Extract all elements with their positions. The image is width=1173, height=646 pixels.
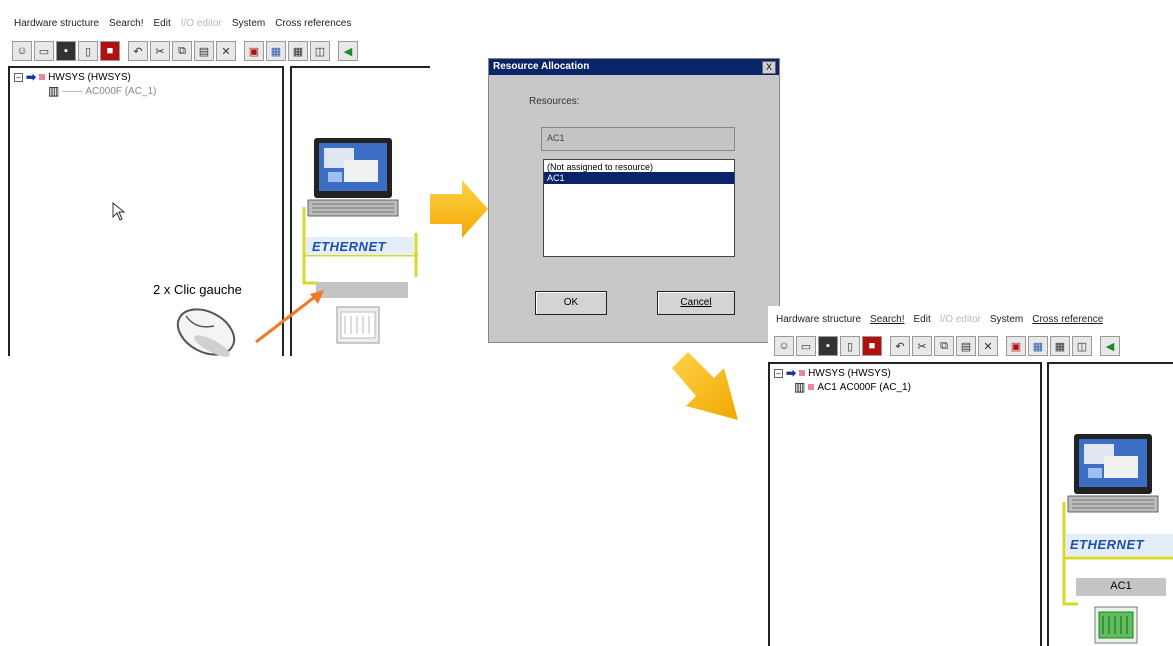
annotation-label: 2 x Clic gauche — [153, 282, 242, 297]
list-item[interactable]: (Not assigned to resource) — [544, 160, 734, 172]
tree-connector: —— — [62, 85, 83, 97]
save-icon[interactable]: ▪ — [818, 336, 838, 356]
copy-icon[interactable]: ⧉ — [934, 336, 954, 356]
menu-io-editor[interactable]: I/O editor — [181, 18, 222, 29]
tree-child[interactable]: ▥ —— AC000F (AC_1) — [48, 84, 156, 98]
menu-io-editor[interactable]: I/O editor — [940, 314, 981, 325]
mouse-icon — [176, 308, 236, 357]
tree-child-label: AC000F (AC_1) — [839, 381, 911, 393]
delete-icon[interactable]: ✕ — [978, 336, 998, 356]
menu-cross-references[interactable]: Cross references — [275, 18, 351, 29]
menu-search[interactable]: Search! — [870, 314, 904, 325]
card-icon[interactable]: ▭ — [34, 41, 54, 61]
paste-icon[interactable]: ▤ — [194, 41, 214, 61]
card-icon[interactable]: ▭ — [796, 336, 816, 356]
tree-root[interactable]: – ➡ HWSYS (HWSYS) — [774, 366, 891, 380]
resource-field[interactable]: AC1 — [541, 127, 735, 151]
tree-child-label: AC000F (AC_1) — [85, 85, 157, 97]
tree-root-label: HWSYS (HWSYS) — [808, 367, 891, 379]
menu-edit[interactable]: Edit — [914, 314, 931, 325]
system-icon — [799, 370, 806, 376]
resource-field-value: AC1 — [547, 133, 565, 143]
collapse-icon[interactable]: – — [774, 368, 783, 378]
tree-root[interactable]: – ➡ HWSYS (HWSYS) — [14, 70, 131, 84]
hardware-config-icon[interactable]: ▣ — [1006, 336, 1026, 356]
person-icon[interactable]: ☺ — [12, 41, 32, 61]
back-arrow-icon[interactable]: ◀ — [1100, 336, 1120, 356]
back-arrow-icon[interactable]: ◀ — [338, 41, 358, 61]
menu-cross-reference[interactable]: Cross reference — [1032, 314, 1103, 325]
resource-slot[interactable]: AC1 — [1076, 578, 1166, 596]
cut-icon[interactable]: ✂ — [150, 41, 170, 61]
controller-module-icon — [336, 306, 380, 344]
menu-hardware-structure[interactable]: Hardware structure — [14, 18, 99, 29]
window-icon[interactable]: ◫ — [310, 41, 330, 61]
menu-hardware-structure[interactable]: Hardware structure — [776, 314, 861, 325]
menu-edit[interactable]: Edit — [154, 18, 171, 29]
resource-allocation-dialog: Resource Allocation X Resources: AC1 (No… — [488, 58, 780, 343]
mouse-pointer-icon — [112, 202, 126, 221]
cut-icon[interactable]: ✂ — [912, 336, 932, 356]
save-icon[interactable]: ▪ — [56, 41, 76, 61]
person-icon[interactable]: ☺ — [774, 336, 794, 356]
close-icon[interactable]: X — [762, 61, 776, 74]
resource-icon — [808, 384, 815, 390]
tree-child[interactable]: ▥ AC1 AC000F (AC_1) — [794, 380, 911, 394]
toolbar: ☺ ▭ ▪ ▯ ■ ↶ ✂ ⧉ ▤ ✕ ▣ ▦ ▦ ◫ ◀ — [12, 39, 358, 63]
toolbar-2: ☺ ▭ ▪ ▯ ■ ↶ ✂ ⧉ ▤ ✕ ▣ ▦ ▦ ◫ ◀ — [774, 334, 1120, 358]
system-icon — [39, 74, 46, 80]
document-icon[interactable]: ▯ — [840, 336, 860, 356]
dialog-title: Resource Allocation — [489, 59, 779, 75]
image-icon[interactable]: ▦ — [1028, 336, 1048, 356]
tree-root-label: HWSYS (HWSYS) — [48, 71, 131, 83]
tree-pane-2: – ➡ HWSYS (HWSYS) ▥ AC1 AC000F (AC_1) — [768, 362, 1042, 646]
ethernet-label: ETHERNET — [312, 239, 387, 254]
cancel-button[interactable]: Cancel — [657, 291, 735, 315]
resources-label: Resources: — [529, 96, 580, 107]
window-icon[interactable]: ◫ — [1072, 336, 1092, 356]
paste-icon[interactable]: ▤ — [956, 336, 976, 356]
ethernet-label: ETHERNET — [1070, 537, 1145, 552]
list-item-selected[interactable]: AC1 — [544, 172, 734, 184]
hardware-config-icon[interactable]: ▣ — [244, 41, 264, 61]
undo-icon[interactable]: ↶ — [890, 336, 910, 356]
document-icon[interactable]: ▯ — [78, 41, 98, 61]
flow-arrow-down-icon — [672, 352, 738, 420]
controller-icon: ▥ — [48, 84, 60, 98]
ok-button[interactable]: OK — [535, 291, 607, 315]
flow-arrow-right-icon — [430, 180, 488, 238]
menu-bar: Hardware structure Search! Edit I/O edit… — [14, 14, 351, 32]
menu-search[interactable]: Search! — [109, 18, 143, 29]
controller-module-icon — [1094, 606, 1138, 644]
delete-icon[interactable]: ✕ — [216, 41, 236, 61]
collapse-icon[interactable]: – — [14, 72, 23, 82]
menu-system[interactable]: System — [990, 314, 1023, 325]
grid-icon[interactable]: ▦ — [288, 41, 308, 61]
stop-icon[interactable]: ■ — [100, 41, 120, 61]
tree-child-resource: AC1 — [817, 381, 837, 393]
image-icon[interactable]: ▦ — [266, 41, 286, 61]
resource-list[interactable]: (Not assigned to resource) AC1 — [543, 159, 735, 257]
blue-arrow-icon: ➡ — [26, 70, 37, 84]
grid-icon[interactable]: ▦ — [1050, 336, 1070, 356]
controller-icon: ▥ — [794, 380, 806, 394]
stop-icon[interactable]: ■ — [862, 336, 882, 356]
menu-system[interactable]: System — [232, 18, 265, 29]
pointer-arrow — [255, 290, 324, 344]
resource-slot-label: AC1 — [1110, 580, 1132, 592]
copy-icon[interactable]: ⧉ — [172, 41, 192, 61]
blue-arrow-icon: ➡ — [786, 366, 797, 380]
menu-bar-2: Hardware structure Search! Edit I/O edit… — [776, 310, 1103, 328]
undo-icon[interactable]: ↶ — [128, 41, 148, 61]
